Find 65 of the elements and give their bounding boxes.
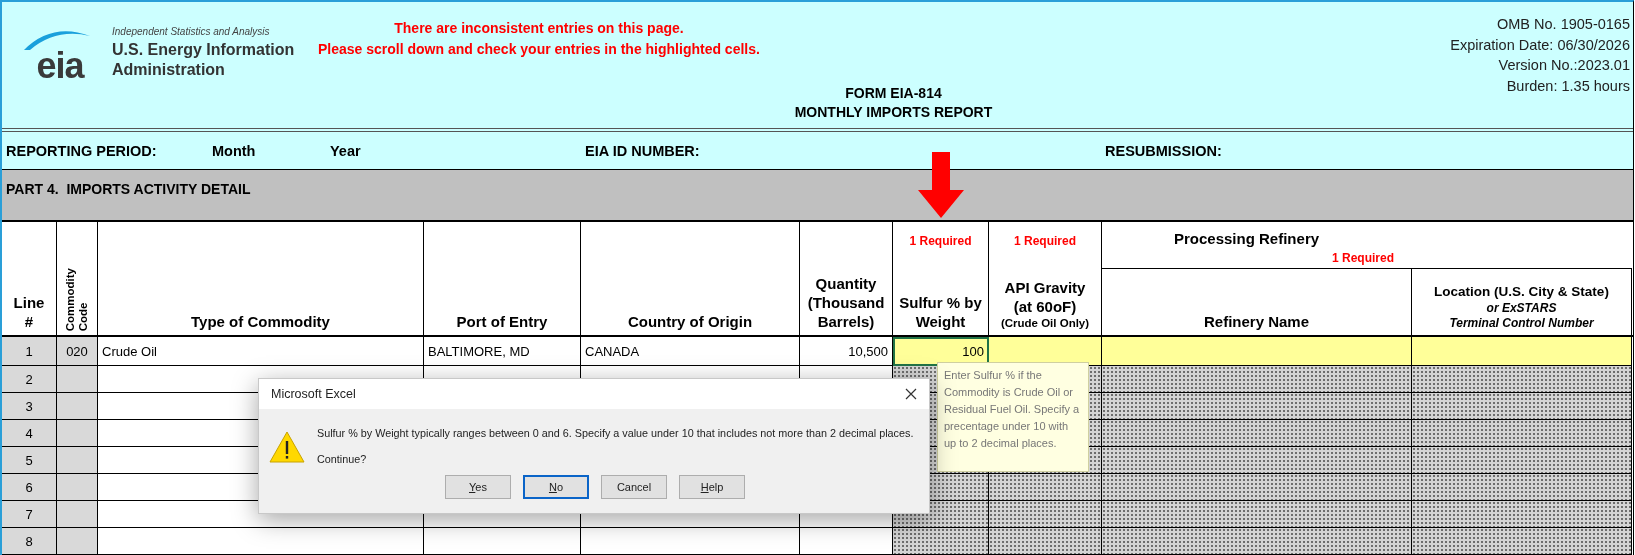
- dialog-button[interactable]: Help: [679, 475, 745, 499]
- column-header: Sulfur % by Weight: [899, 293, 982, 331]
- line-number: 1: [2, 337, 57, 366]
- dialog-button[interactable]: Yes: [445, 475, 511, 499]
- form-info: Version No.:2023.01: [1498, 56, 1630, 75]
- agency-name: Administration: [112, 60, 226, 80]
- column-note: (Crude Oil Only): [1000, 316, 1090, 331]
- form-info: OMB No. 1905-0165: [1497, 15, 1630, 34]
- column-header: API Gravity (at 60oF): [1004, 278, 1086, 316]
- field-label: Month: [212, 142, 257, 159]
- column-header: Type of Commodity: [191, 312, 330, 331]
- field-label: RESUBMISSION:: [1105, 142, 1223, 159]
- tagline: Independent Statistics and Analysis: [112, 26, 271, 37]
- table-cell: Crude Oil: [98, 337, 424, 366]
- form-info: Expiration Date: 06/30/2026: [1450, 35, 1630, 55]
- required-note: 1 Required: [1332, 251, 1394, 265]
- close-icon[interactable]: [905, 388, 917, 400]
- table-cell: [57, 447, 98, 474]
- field-label: REPORTING PERIOD:: [6, 142, 158, 159]
- table-cell: BALTIMORE, MD: [424, 337, 581, 366]
- dialog-button[interactable]: Cancel: [601, 475, 667, 499]
- dialog-question: Continue?: [317, 453, 368, 465]
- table-cell: [57, 393, 98, 420]
- logo-text: eia: [36, 48, 84, 84]
- dialog-message: Sulfur % by Weight typically ranges between 0 and 6. Specify a value under 10 that includes not more than 2 decimal places.: [317, 427, 914, 439]
- column-header: Commodity Code: [64, 267, 90, 331]
- field-label: EIA ID NUMBER:: [585, 142, 701, 159]
- input-tooltip: Enter Sulfur % if the Commodity is Crude Oil or Residual Fuel Oil. Specify a precentage under 10 with up to 2 decimal places.: [937, 362, 1089, 472]
- line-number: 8: [2, 528, 57, 555]
- line-number: 4: [2, 420, 57, 447]
- column-header: Location (U.S. City & State): [1434, 283, 1609, 301]
- table-cell: [57, 528, 98, 555]
- alert-message: There are inconsistent entries on this page.: [393, 19, 685, 38]
- column-header: Country of Origin: [627, 312, 753, 331]
- column-header: Quantity (Thousand Barrels): [807, 274, 885, 331]
- table-cell: 100: [893, 337, 989, 366]
- field-label: Year: [330, 142, 362, 159]
- line-number: 6: [2, 474, 57, 501]
- required-note: 1 Required: [909, 234, 972, 248]
- column-header: Refinery Name: [1203, 312, 1309, 331]
- section-title: PART 4. IMPORTS ACTIVITY DETAIL: [6, 181, 251, 197]
- alert-message: Please scroll down and check your entries in the highlighted cells.: [318, 40, 760, 59]
- table-cell: [57, 420, 98, 447]
- warning-icon: [269, 431, 305, 463]
- group-header: Processing Refinery: [1174, 230, 1321, 247]
- line-number: 2: [2, 366, 57, 393]
- column-header: Line #: [13, 293, 45, 331]
- column-header: Port of Entry: [456, 312, 548, 331]
- form-subtitle: MONTHLY IMPORTS REPORT: [793, 103, 994, 122]
- required-note: 1 Required: [1014, 234, 1076, 248]
- table-cell: 020: [57, 337, 98, 366]
- form-info: Burden: 1.35 hours: [1506, 76, 1630, 96]
- dialog-button[interactable]: No: [523, 475, 589, 499]
- table-cell: [57, 501, 98, 528]
- table-cell: [57, 366, 98, 393]
- form-title: FORM EIA-814: [844, 84, 943, 103]
- table-cell: 10,500: [800, 337, 893, 366]
- line-number: 3: [2, 393, 57, 420]
- table-cell: CANADA: [581, 337, 800, 366]
- line-number: 5: [2, 447, 57, 474]
- line-number: 7: [2, 501, 57, 528]
- column-note: or ExSTARS Terminal Control Number: [1449, 301, 1594, 331]
- dialog-title: Microsoft Excel: [271, 387, 356, 401]
- down-arrow: [918, 152, 964, 218]
- agency-name: U.S. Energy Information: [112, 40, 295, 60]
